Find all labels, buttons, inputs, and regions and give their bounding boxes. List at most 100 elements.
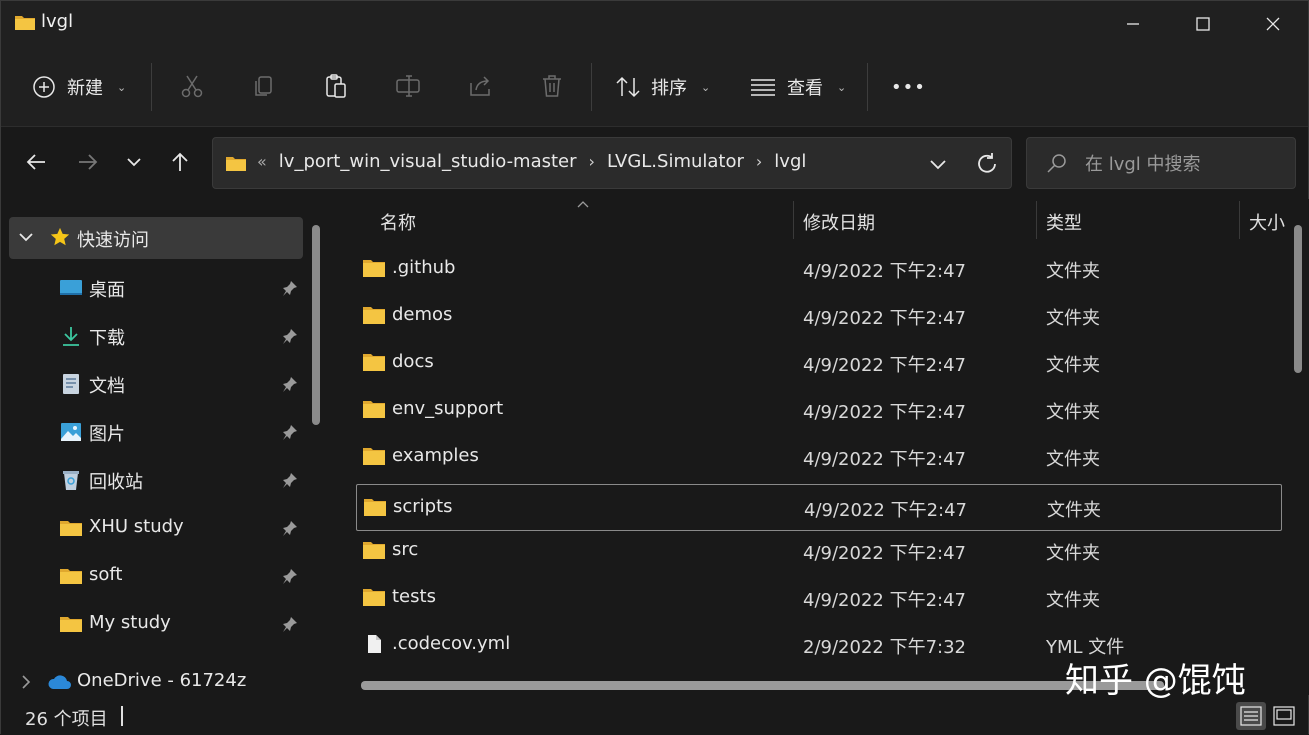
folder-icon: [363, 260, 385, 277]
file-modified: 4/9/2022 下午2:47: [803, 543, 966, 564]
file-row[interactable]: env_support 4/9/2022 下午2:47 文件夹: [356, 387, 1282, 434]
back-button[interactable]: [21, 147, 51, 177]
breadcrumb-separator[interactable]: ›: [589, 152, 595, 171]
sidebar-item-documents[interactable]: 文档: [1, 363, 303, 405]
large-icons-view-button[interactable]: [1269, 702, 1299, 730]
minimize-button[interactable]: [1098, 1, 1168, 47]
breadcrumb-item[interactable]: lvgl: [774, 151, 806, 172]
file-type: 文件夹: [1046, 543, 1100, 564]
file-name: src: [392, 539, 419, 560]
file-type: 文件夹: [1046, 590, 1100, 611]
column-header-size[interactable]: 大小: [1249, 209, 1285, 251]
more-icon: •••: [891, 76, 926, 98]
breadcrumb-separator[interactable]: ›: [756, 152, 762, 171]
sidebar-item-desktop[interactable]: 桌面: [1, 267, 303, 309]
file-modified: 4/9/2022 下午2:47: [803, 590, 966, 611]
sidebar-item-label: soft: [89, 564, 123, 585]
sidebar-item-soft[interactable]: soft: [1, 555, 303, 597]
more-options-button[interactable]: •••: [891, 69, 926, 105]
details-view-button[interactable]: [1236, 702, 1266, 730]
share-button[interactable]: [465, 71, 495, 101]
folder-icon: [364, 499, 386, 516]
arrow-up-icon: [172, 152, 188, 171]
breadcrumb-item[interactable]: LVGL.Simulator: [607, 151, 744, 172]
navigation-bar: « lv_port_win_visual_studio-master › LVG…: [1, 127, 1308, 199]
file-row[interactable]: examples 4/9/2022 下午2:47 文件夹: [356, 434, 1282, 481]
maximize-icon: [1196, 17, 1210, 31]
paste-icon: [326, 74, 346, 98]
file-name: docs: [392, 351, 434, 372]
sidebar-item-my-study[interactable]: My study: [1, 603, 303, 645]
file-type: 文件夹: [1046, 449, 1100, 470]
sidebar-item-xhu-study[interactable]: XHU study: [1, 507, 303, 549]
sidebar-item-recycle-bin[interactable]: 回收站: [1, 459, 303, 501]
column-divider[interactable]: [1036, 201, 1037, 239]
file-row[interactable]: docs 4/9/2022 下午2:47 文件夹: [356, 340, 1282, 387]
status-bar: 26 个项目: [1, 699, 1308, 735]
sort-label: 排序: [651, 78, 687, 99]
file-type: 文件夹: [1046, 261, 1100, 282]
sidebar-item-downloads[interactable]: 下载: [1, 315, 303, 357]
file-row[interactable]: demos 4/9/2022 下午2:47 文件夹: [356, 293, 1282, 340]
file-row-selected[interactable]: scripts 4/9/2022 下午2:47 文件夹: [356, 484, 1282, 531]
picture-icon: [61, 423, 81, 441]
sort-icon: [616, 76, 640, 98]
file-modified: 4/9/2022 下午2:47: [803, 261, 966, 282]
sidebar-item-pictures[interactable]: 图片: [1, 411, 303, 453]
cut-button[interactable]: [177, 71, 207, 101]
file-list-vertical-scrollbar[interactable]: [1294, 225, 1302, 373]
column-header-modified[interactable]: 修改日期: [803, 209, 875, 251]
new-button[interactable]: 新建 ⌄: [31, 69, 126, 105]
large-icons-view-icon: [1273, 706, 1295, 726]
breadcrumb: « lv_port_win_visual_studio-master › LVG…: [257, 151, 806, 172]
maximize-button[interactable]: [1168, 1, 1238, 47]
column-header-type[interactable]: 类型: [1046, 209, 1082, 251]
watermark: 知乎 @馄饨: [1065, 661, 1246, 701]
star-icon: [50, 227, 70, 246]
sort-ascending-icon: [577, 201, 589, 208]
file-row[interactable]: .github 4/9/2022 下午2:47 文件夹: [356, 246, 1282, 293]
close-button[interactable]: [1238, 1, 1308, 47]
column-divider[interactable]: [1239, 201, 1240, 239]
command-bar: 新建 ⌄ 排序 ⌄ 查看 ⌄ •••: [1, 47, 1308, 127]
sidebar-scrollbar[interactable]: [312, 225, 320, 425]
arrow-right-icon: [79, 154, 98, 170]
file-modified: 4/9/2022 下午2:47: [803, 402, 966, 423]
recent-locations-button[interactable]: [119, 147, 149, 177]
column-divider[interactable]: [793, 201, 794, 239]
breadcrumb-overflow[interactable]: «: [257, 152, 267, 171]
chevron-down-icon[interactable]: [17, 228, 35, 246]
view-button[interactable]: 查看 ⌄: [749, 69, 846, 105]
delete-button[interactable]: [537, 71, 567, 101]
refresh-icon[interactable]: [973, 150, 1001, 178]
file-row[interactable]: tests 4/9/2022 下午2:47 文件夹: [356, 575, 1282, 622]
desktop-icon: [60, 280, 82, 295]
sidebar-item-quick-access[interactable]: 快速访问: [9, 217, 303, 259]
search-input[interactable]: [1085, 150, 1285, 178]
sidebar-item-label: 下载: [89, 328, 125, 349]
file-name: examples: [392, 445, 479, 466]
pin-icon: [283, 425, 297, 440]
sidebar-item-onedrive[interactable]: OneDrive - 61724z: [1, 661, 303, 703]
chevron-down-icon[interactable]: [926, 152, 950, 176]
forward-button[interactable]: [73, 147, 103, 177]
chevron-right-icon[interactable]: [17, 673, 35, 691]
pin-icon: [283, 281, 297, 296]
paste-button[interactable]: [321, 71, 351, 101]
breadcrumb-item[interactable]: lv_port_win_visual_studio-master: [279, 151, 577, 172]
folder-icon: [363, 354, 385, 371]
copy-icon: [255, 76, 272, 96]
up-button[interactable]: [165, 147, 195, 177]
file-list-horizontal-scrollbar[interactable]: [361, 681, 1164, 690]
address-bar[interactable]: « lv_port_win_visual_studio-master › LVG…: [212, 137, 1012, 189]
file-row[interactable]: src 4/9/2022 下午2:47 文件夹: [356, 528, 1282, 575]
rename-button[interactable]: [393, 71, 423, 101]
sidebar-item-label: OneDrive - 61724z: [77, 670, 247, 691]
search-box[interactable]: [1026, 137, 1296, 189]
sort-button[interactable]: 排序 ⌄: [615, 69, 710, 105]
arrow-left-icon: [26, 154, 45, 170]
column-header-name[interactable]: 名称: [380, 209, 416, 251]
cut-icon: [181, 75, 203, 98]
download-icon: [63, 327, 79, 346]
copy-button[interactable]: [249, 71, 279, 101]
